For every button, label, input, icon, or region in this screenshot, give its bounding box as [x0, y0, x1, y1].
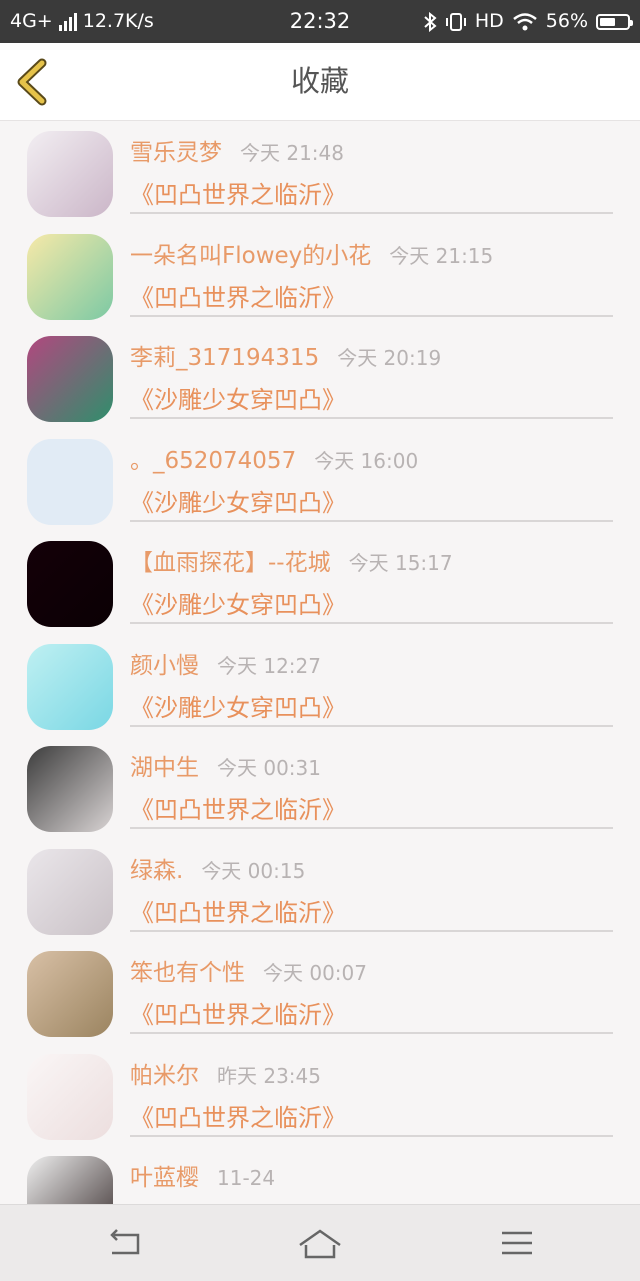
- book-title[interactable]: 《凹凸世界之临沂》: [130, 893, 346, 928]
- status-right: HD 56%: [423, 0, 633, 43]
- divider: [130, 519, 613, 522]
- divider: [130, 212, 613, 214]
- favorite-item[interactable]: 帕米尔 昨天 23:45 《凹凸世界之临沂》: [0, 1044, 640, 1147]
- favorite-item[interactable]: 一朵名叫Flowey的小花 今天 21:15 《凹凸世界之临沂》: [0, 224, 640, 327]
- timestamp: 11-24: [217, 1166, 276, 1190]
- book-title[interactable]: 《凹凸世界之临沂》: [130, 995, 346, 1030]
- favorites-list: 雪乐灵梦 今天 21:48 《凹凸世界之临沂》 一朵名叫Flowey的小花 今天 21:…: [0, 121, 640, 1204]
- battery-icon: [596, 13, 633, 30]
- book-title[interactable]: 《凹凸世界之临沂》: [130, 278, 346, 313]
- item-header: 李莉_317194315 今天 20:19: [130, 338, 441, 372]
- favorite-item[interactable]: 笨也有个性 今天 00:07 《凹凸世界之临沂》: [0, 941, 640, 1044]
- favorite-item[interactable]: 颜小慢 今天 12:27 《沙雕少女穿凹凸》: [0, 634, 640, 737]
- divider: [130, 622, 613, 624]
- timestamp: 今天 20:19: [337, 346, 442, 370]
- timestamp: 今天 15:17: [348, 551, 453, 575]
- favorite-item[interactable]: 叶蓝樱 11-24: [0, 1146, 640, 1204]
- bluetooth-icon: [424, 11, 437, 32]
- header: 收藏: [0, 43, 640, 121]
- timestamp: 昨天 23:45: [217, 1063, 321, 1088]
- avatar[interactable]: [27, 848, 113, 935]
- favorite-item[interactable]: 雪乐灵梦 今天 21:48 《凹凸世界之临沂》: [0, 121, 640, 224]
- book-title[interactable]: 《沙雕少女穿凹凸》: [130, 483, 346, 518]
- home-icon: [299, 1229, 341, 1259]
- page-title: 收藏: [290, 64, 349, 98]
- item-header: 叶蓝樱 11-24: [130, 1158, 275, 1192]
- status-bar: 4G+ 12.7K/s 22:32 HD 56%: [0, 0, 640, 43]
- avatar[interactable]: [27, 1156, 113, 1204]
- divider: [130, 929, 613, 932]
- user-name[interactable]: 李莉_317194315: [130, 345, 319, 371]
- avatar[interactable]: [27, 233, 113, 320]
- item-header: 湖中生 今天 00:31: [130, 748, 321, 782]
- item-header: 帕米尔 昨天 23:45: [130, 1056, 321, 1090]
- item-header: 绿森. 今天 00:15: [130, 851, 305, 885]
- timestamp: 今天 21:48: [240, 141, 344, 165]
- divider: [130, 314, 613, 317]
- timestamp: 今天 21:15: [389, 243, 494, 268]
- nav-home-button[interactable]: [298, 1223, 342, 1263]
- timestamp: 今天 00:15: [201, 858, 306, 883]
- nav-back-button[interactable]: [104, 1223, 144, 1263]
- avatar[interactable]: [27, 643, 113, 730]
- avatar[interactable]: [27, 1053, 113, 1140]
- divider: [130, 724, 613, 727]
- book-title[interactable]: 《凹凸世界之临沂》: [130, 175, 346, 210]
- item-header: 笨也有个性 今天 00:07: [130, 953, 367, 987]
- divider: [130, 827, 613, 829]
- user-name[interactable]: 一朵名叫Flowey的小花: [130, 243, 371, 269]
- item-header: 【血雨探花】--花城 今天 15:17: [130, 543, 453, 577]
- back-arrow-icon: [110, 1229, 140, 1255]
- avatar[interactable]: [27, 541, 113, 627]
- battery-percent: 56%: [545, 10, 588, 32]
- favorite-item[interactable]: 。_652074057 今天 16:00 《沙雕少女穿凹凸》: [0, 429, 640, 532]
- divider: [130, 417, 613, 419]
- item-header: 颜小慢 今天 12:27: [130, 646, 321, 680]
- user-name[interactable]: 绿森.: [130, 858, 183, 884]
- user-name[interactable]: 【血雨探花】--花城: [130, 550, 331, 576]
- vibrate-icon: [445, 12, 466, 31]
- favorite-item[interactable]: 湖中生 今天 00:31 《凹凸世界之临沂》: [0, 736, 640, 839]
- avatar[interactable]: [27, 951, 113, 1037]
- navigation-bar: [0, 1204, 640, 1281]
- book-title[interactable]: 《沙雕少女穿凹凸》: [130, 380, 346, 415]
- avatar[interactable]: [27, 438, 113, 525]
- nav-menu-button[interactable]: [498, 1223, 538, 1263]
- hd-label: HD: [474, 10, 504, 32]
- avatar[interactable]: [27, 131, 113, 217]
- user-name[interactable]: 帕米尔: [130, 1063, 199, 1089]
- book-title[interactable]: 《沙雕少女穿凹凸》: [130, 688, 346, 723]
- menu-icon: [502, 1231, 532, 1255]
- divider: [130, 1134, 613, 1137]
- book-title[interactable]: 《沙雕少女穿凹凸》: [130, 585, 346, 620]
- user-name[interactable]: 笨也有个性: [130, 960, 245, 986]
- user-name[interactable]: 湖中生: [130, 755, 199, 781]
- book-title[interactable]: 《凹凸世界之临沂》: [130, 1098, 346, 1133]
- item-header: 一朵名叫Flowey的小花 今天 21:15: [130, 236, 493, 270]
- favorite-item[interactable]: 【血雨探花】--花城 今天 15:17 《沙雕少女穿凹凸》: [0, 531, 640, 634]
- user-name[interactable]: 雪乐灵梦: [130, 140, 222, 166]
- timestamp: 今天 16:00: [314, 448, 419, 473]
- favorite-item[interactable]: 李莉_317194315 今天 20:19 《沙雕少女穿凹凸》: [0, 326, 640, 429]
- user-name[interactable]: 颜小慢: [130, 653, 199, 679]
- favorite-item[interactable]: 绿森. 今天 00:15 《凹凸世界之临沂》: [0, 839, 640, 942]
- wifi-icon: [512, 12, 537, 30]
- user-name[interactable]: 。_652074057: [130, 448, 296, 474]
- book-title[interactable]: 《凹凸世界之临沂》: [130, 790, 346, 825]
- timestamp: 今天 00:07: [263, 961, 367, 985]
- item-header: 雪乐灵梦 今天 21:48: [130, 133, 344, 167]
- timestamp: 今天 12:27: [217, 653, 321, 678]
- avatar[interactable]: [27, 746, 113, 832]
- divider: [130, 1032, 613, 1034]
- avatar[interactable]: [27, 336, 113, 422]
- item-header: 。_652074057 今天 16:00: [130, 441, 418, 475]
- user-name[interactable]: 叶蓝樱: [130, 1165, 199, 1191]
- timestamp: 今天 00:31: [217, 756, 321, 780]
